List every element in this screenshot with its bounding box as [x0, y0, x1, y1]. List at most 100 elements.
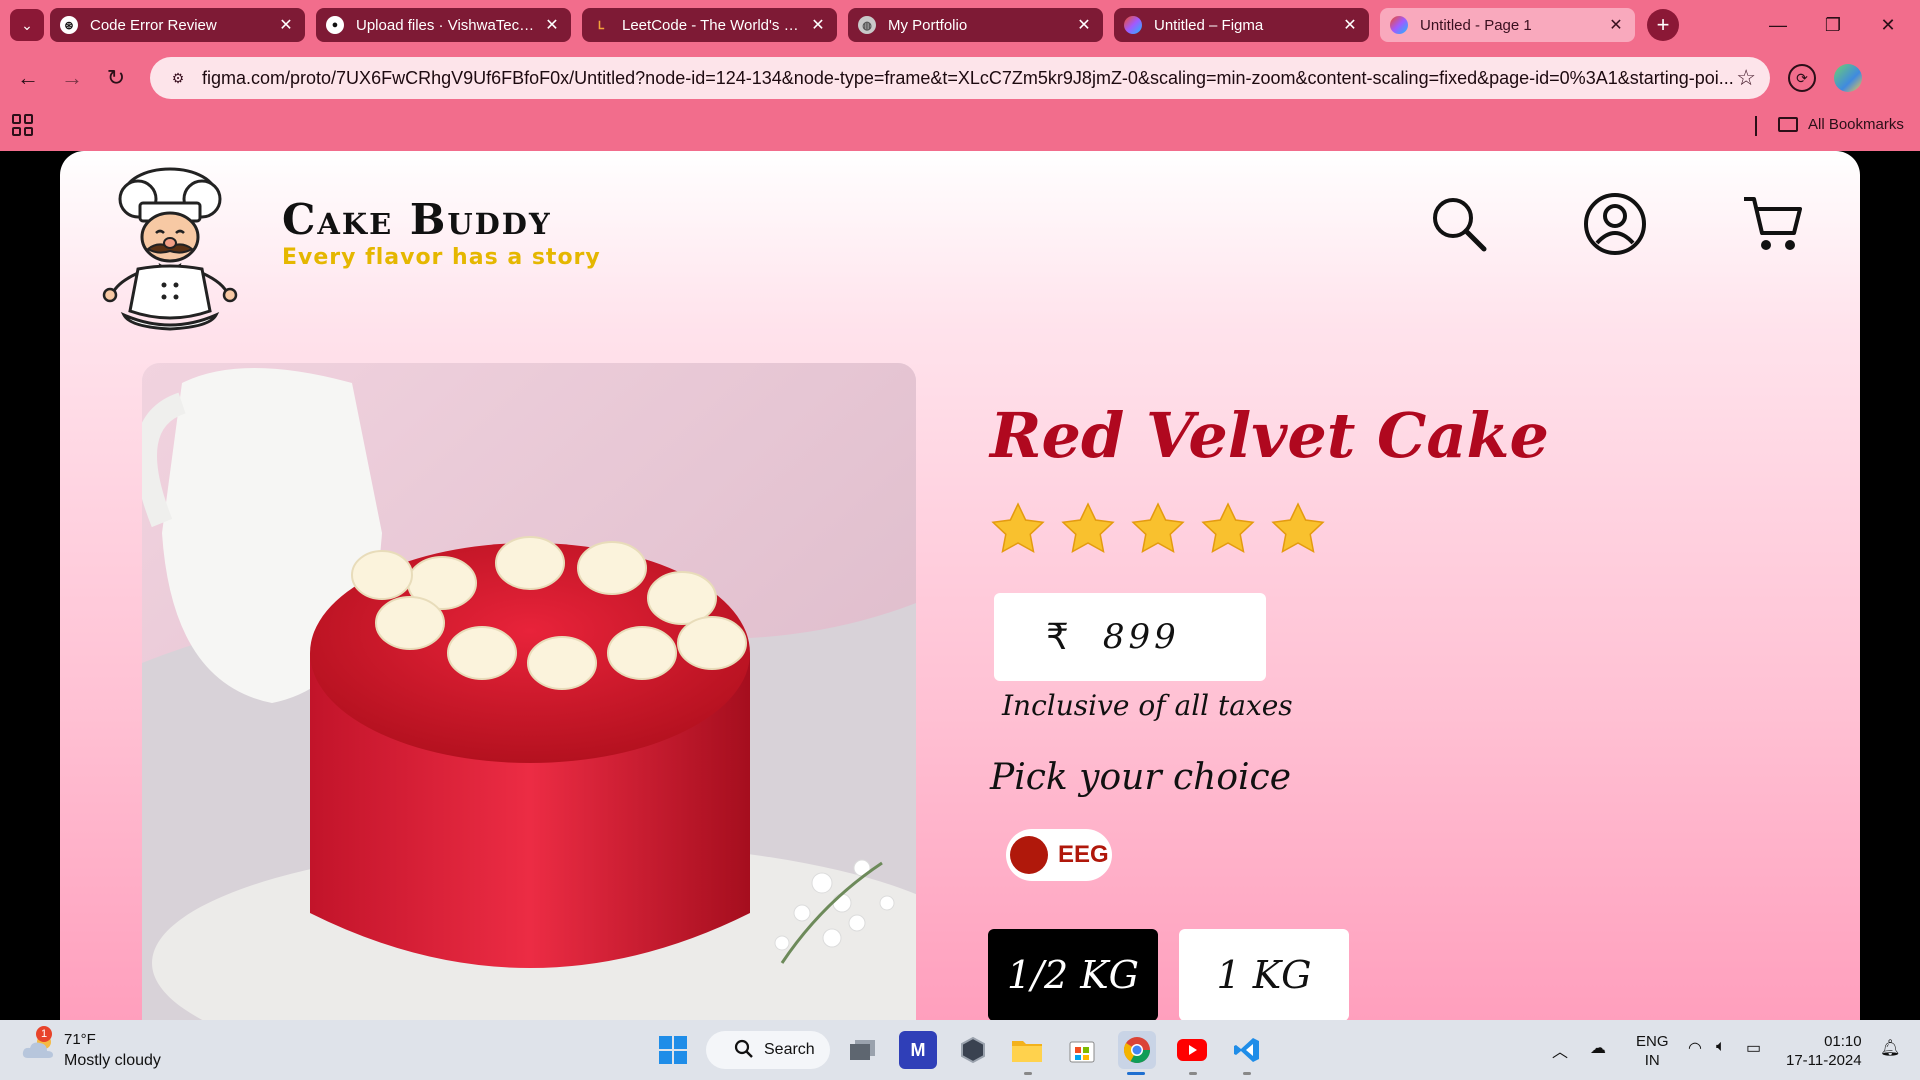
- clock[interactable]: 01:10 17-11-2024: [1786, 1032, 1862, 1070]
- weight-half-kg-button[interactable]: 1/2 KG: [988, 929, 1158, 1020]
- tab-title: Upload files · VishwaTechy/: [356, 16, 535, 34]
- language-indicator[interactable]: ENG IN: [1636, 1032, 1669, 1070]
- tab-upload-files[interactable]: ● Upload files · VishwaTechy/ ✕: [316, 8, 571, 42]
- running-indicator: [1243, 1072, 1251, 1075]
- url-text[interactable]: figma.com/proto/7UX6FwCRhgV9Uf6FBfoF0x/U…: [202, 68, 1742, 89]
- prototype-canvas: Cake Buddy Every flavor has a story Red …: [0, 151, 1920, 1020]
- task-view-icon[interactable]: [844, 1031, 882, 1069]
- tab-untitled-figma[interactable]: Untitled – Figma ✕: [1114, 8, 1369, 42]
- hexagon-app-icon[interactable]: [954, 1031, 992, 1069]
- star-icon: [1061, 502, 1115, 554]
- price-value: 899: [1102, 617, 1180, 657]
- star-icon: [991, 502, 1045, 554]
- notifications-icon[interactable]: 🔔︎: [1880, 1038, 1900, 1058]
- globe-icon: ◍: [858, 16, 876, 34]
- browser-toolbar: ← → ↻ ⚙ figma.com/proto/7UX6FwCRhgV9Uf6F…: [0, 52, 1920, 104]
- tab-title: LeetCode - The World's Lea: [622, 16, 801, 34]
- product-title: Red Velvet Cake: [990, 399, 1549, 472]
- windows-start-icon[interactable]: [654, 1031, 692, 1069]
- extension-icon[interactable]: ⟳: [1788, 64, 1816, 92]
- close-icon[interactable]: ✕: [543, 16, 561, 34]
- tab-search-button[interactable]: ⌄: [10, 9, 44, 41]
- chef-logo: [102, 167, 238, 331]
- battery-icon[interactable]: ▭: [1746, 1038, 1761, 1058]
- bookmarks-bar: All Bookmarks: [0, 108, 1920, 142]
- weather-alert-badge: 1: [36, 1026, 52, 1042]
- brand-tagline: Every flavor has a story: [282, 245, 601, 270]
- time-text: 01:10: [1824, 1033, 1862, 1050]
- minimize-button[interactable]: —: [1758, 8, 1798, 42]
- egg-indicator-icon: [1010, 836, 1048, 874]
- search-icon: [734, 1039, 753, 1058]
- profile-avatar[interactable]: [1834, 64, 1862, 92]
- egg-label: EEG: [1058, 841, 1109, 868]
- user-icon[interactable]: [1582, 191, 1648, 257]
- rupee-symbol: ₹: [1046, 616, 1069, 658]
- date-text: 17-11-2024: [1786, 1052, 1862, 1069]
- back-button[interactable]: ←: [10, 60, 46, 96]
- close-icon[interactable]: ✕: [1341, 16, 1359, 34]
- tax-note: Inclusive of all taxes: [1002, 689, 1293, 722]
- star-icon: [1131, 502, 1185, 554]
- tab-title: Untitled – Figma: [1154, 16, 1264, 34]
- restore-button[interactable]: ❐: [1813, 8, 1853, 42]
- forward-button[interactable]: →: [54, 60, 90, 96]
- language-code: ENG: [1636, 1033, 1669, 1050]
- youtube-icon[interactable]: [1173, 1031, 1211, 1069]
- chevron-up-icon[interactable]: ︿: [1552, 1038, 1568, 1062]
- onedrive-icon[interactable]: ☁: [1590, 1038, 1606, 1058]
- taskbar-search[interactable]: Search: [706, 1031, 830, 1069]
- apps-grid-icon[interactable]: [12, 114, 34, 136]
- close-icon[interactable]: ✕: [1607, 16, 1625, 34]
- tab-my-portfolio[interactable]: ◍ My Portfolio ✕: [848, 8, 1103, 42]
- site-settings-icon[interactable]: ⚙: [166, 66, 190, 90]
- cart-icon[interactable]: [1740, 191, 1806, 257]
- star-icon: [1201, 502, 1255, 554]
- star-icon: [1271, 502, 1325, 554]
- search-icon[interactable]: [1426, 191, 1492, 257]
- folder-icon: [1778, 117, 1798, 132]
- figma-icon: [1124, 16, 1142, 34]
- file-explorer-icon[interactable]: [1008, 1031, 1046, 1069]
- chrome-icon[interactable]: [1118, 1031, 1156, 1069]
- temperature-text[interactable]: 71°F: [64, 1031, 96, 1048]
- close-icon[interactable]: ✕: [277, 16, 295, 34]
- volume-icon[interactable]: 🔈︎: [1716, 1038, 1726, 1056]
- weather-condition-text[interactable]: Mostly cloudy: [64, 1052, 161, 1070]
- brand-name[interactable]: Cake Buddy: [282, 195, 552, 244]
- weight-1-kg-button[interactable]: 1 KG: [1179, 929, 1349, 1020]
- tab-title: Untitled - Page 1: [1420, 16, 1532, 34]
- taskbar-search-label: Search: [764, 1041, 815, 1058]
- close-icon[interactable]: ✕: [1075, 16, 1093, 34]
- window-close-button[interactable]: ✕: [1868, 8, 1908, 42]
- tab-untitled-page-1[interactable]: Untitled - Page 1 ✕: [1380, 8, 1635, 42]
- tab-leetcode[interactable]: ᒪ LeetCode - The World's Lea ✕: [582, 8, 837, 42]
- browser-chrome: ⌄ ⊛ Code Error Review ✕ ● Upload files ·…: [0, 0, 1920, 151]
- egg-option[interactable]: EEG: [1006, 829, 1112, 881]
- rating-stars: [990, 501, 1326, 557]
- running-indicator: [1024, 1072, 1032, 1075]
- tab-code-error-review[interactable]: ⊛ Code Error Review ✕: [50, 8, 305, 42]
- chatgpt-icon: ⊛: [60, 16, 78, 34]
- active-indicator: [1127, 1072, 1145, 1075]
- choice-label: Pick your choice: [990, 757, 1292, 798]
- vscode-icon[interactable]: [1228, 1031, 1266, 1069]
- figma-icon: [1390, 16, 1408, 34]
- leetcode-icon: ᒪ: [597, 19, 605, 32]
- all-bookmarks-link[interactable]: All Bookmarks: [1808, 116, 1904, 133]
- tab-strip: ⌄ ⊛ Code Error Review ✕ ● Upload files ·…: [0, 0, 1920, 50]
- tab-title: My Portfolio: [888, 16, 968, 34]
- close-icon[interactable]: ✕: [809, 16, 827, 34]
- address-bar[interactable]: ⚙ figma.com/proto/7UX6FwCRhgV9Uf6FBfoF0x…: [150, 57, 1770, 99]
- wifi-icon[interactable]: ◠: [1688, 1038, 1702, 1058]
- bookmark-star-icon[interactable]: ☆: [1736, 65, 1756, 91]
- running-indicator: [1189, 1072, 1197, 1075]
- reload-button[interactable]: ↻: [98, 60, 134, 96]
- microsoft-store-icon[interactable]: [1063, 1031, 1101, 1069]
- product-page-frame: Cake Buddy Every flavor has a story Red …: [60, 151, 1860, 1020]
- price-box: ₹ 899: [994, 593, 1266, 681]
- github-icon: ●: [326, 16, 344, 34]
- copilot-app-icon[interactable]: M: [899, 1031, 937, 1069]
- new-tab-button[interactable]: +: [1647, 9, 1679, 41]
- tab-title: Code Error Review: [90, 16, 217, 34]
